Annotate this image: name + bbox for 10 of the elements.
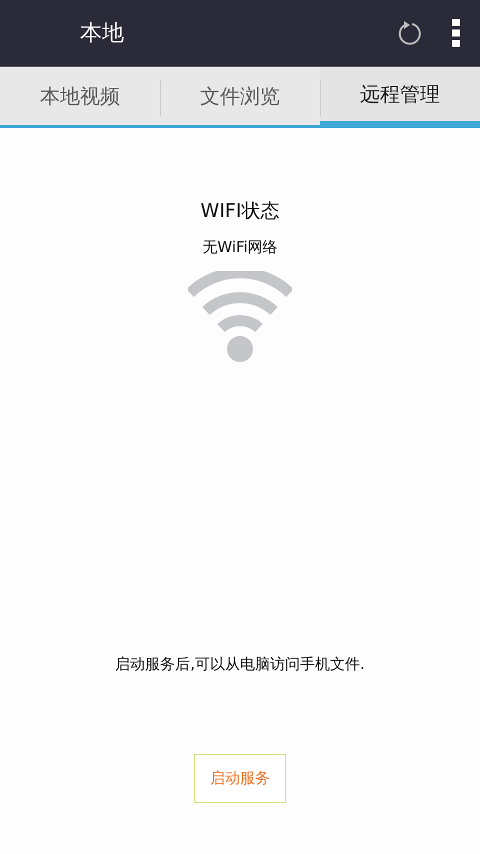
wifi-icon <box>188 271 292 363</box>
app-title: 本地 <box>80 20 125 48</box>
tab[interactable]: 本地视频 <box>0 67 160 128</box>
wifi-status-text: 无WiFi网络 <box>202 238 278 257</box>
more-menu-icon[interactable] <box>452 19 460 47</box>
wifi-status-title: WIFI状态 <box>200 199 280 224</box>
hint-text: 启动服务后,可以从电脑访问手机文件. <box>115 655 365 674</box>
refresh-icon[interactable] <box>396 19 422 47</box>
start-service-button[interactable]: 启动服务 <box>194 754 286 803</box>
tab[interactable]: 远程管理 <box>320 67 480 128</box>
